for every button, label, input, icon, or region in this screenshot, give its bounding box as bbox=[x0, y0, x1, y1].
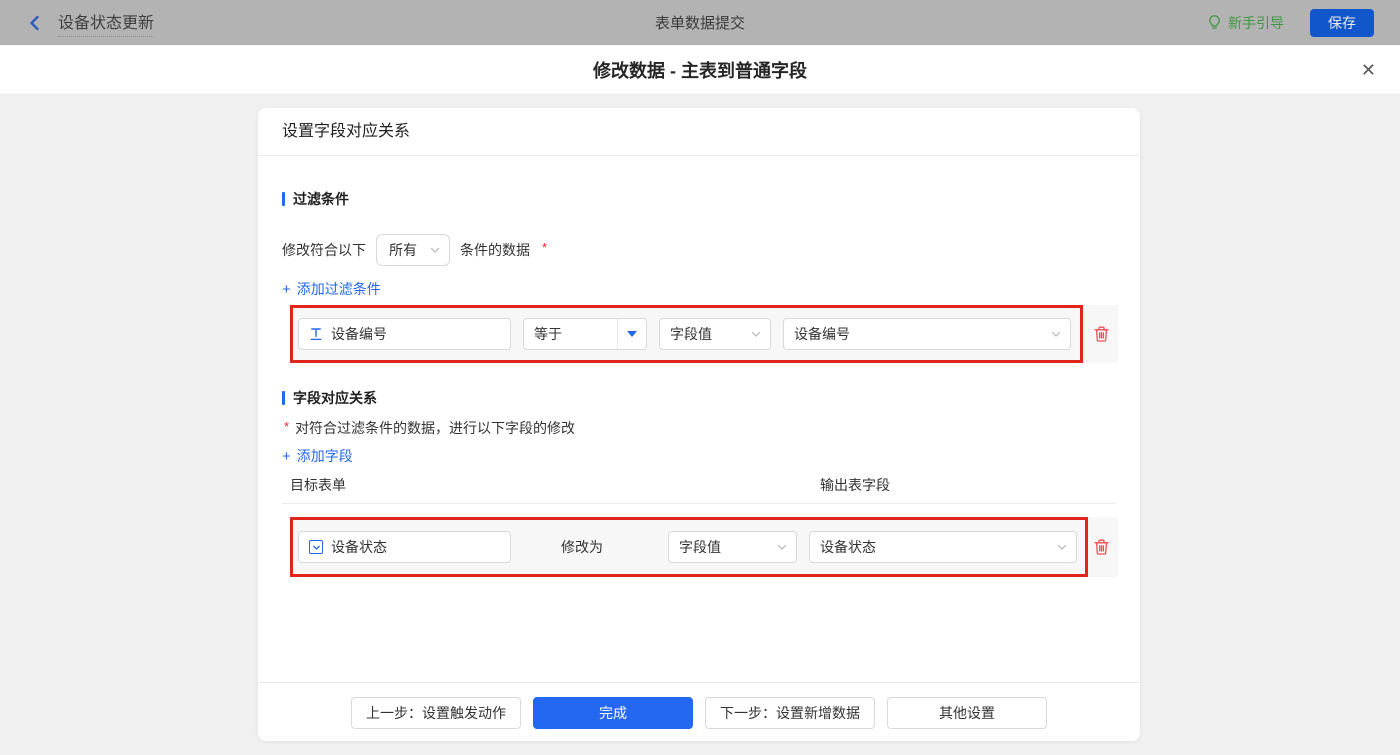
divider bbox=[258, 682, 1140, 683]
back-button[interactable] bbox=[26, 14, 44, 32]
filter-section-title: 过滤条件 bbox=[282, 189, 349, 209]
modal-body: 设置字段对应关系 过滤条件 修改符合以下 所有 条件的数据 * + 添加过滤条件 bbox=[0, 95, 1400, 755]
field-mapping-row: 设备状态 修改为 字段值 设备状态 bbox=[290, 517, 1118, 577]
triangle-down-icon bbox=[627, 331, 637, 337]
chevron-down-icon bbox=[1057, 544, 1067, 550]
filter-operator-select[interactable]: 等于 bbox=[523, 318, 647, 350]
delete-filter-row-button[interactable] bbox=[1093, 325, 1110, 343]
match-suffix-label: 条件的数据 bbox=[460, 242, 530, 258]
mapping-value-type-select[interactable]: 字段值 bbox=[668, 531, 797, 563]
beginner-guide-link[interactable]: 新手引导 bbox=[1207, 13, 1284, 33]
beginner-guide-label: 新手引导 bbox=[1228, 14, 1284, 31]
modify-to-label: 修改为 bbox=[561, 539, 603, 555]
required-asterisk: * bbox=[284, 419, 290, 434]
page-title: 表单数据提交 bbox=[654, 15, 745, 32]
target-form-column-header: 目标表单 bbox=[290, 477, 346, 493]
section-bar bbox=[282, 391, 285, 405]
chevron-left-icon bbox=[30, 15, 39, 30]
prev-step-button[interactable]: 上一步：设置触发动作 bbox=[351, 697, 521, 729]
filter-value-field-select[interactable]: 设备编号 bbox=[783, 318, 1071, 350]
match-condition-row: 修改符合以下 所有 条件的数据 * bbox=[282, 234, 547, 266]
plus-icon: + bbox=[282, 280, 291, 298]
settings-card: 设置字段对应关系 过滤条件 修改符合以下 所有 条件的数据 * + 添加过滤条件 bbox=[258, 108, 1140, 741]
topbar: 设备状态更新 表单数据提交 新手引导 保存 bbox=[0, 0, 1400, 45]
mapping-description: * 对符合过滤条件的数据，进行以下字段的修改 bbox=[284, 419, 576, 436]
card-title: 设置字段对应关系 bbox=[258, 108, 1140, 156]
filter-condition-row: 设备编号 等于 字段值 设备编号 bbox=[290, 305, 1118, 363]
footer-actions: 上一步：设置触发动作 完成 下一步：设置新增数据 其他设置 bbox=[258, 697, 1140, 729]
target-field-input[interactable]: 设备状态 bbox=[298, 531, 511, 563]
chevron-down-icon bbox=[777, 544, 787, 550]
text-field-icon bbox=[310, 328, 322, 340]
output-field-column-header: 输出表字段 bbox=[820, 477, 890, 493]
filter-value-type-select[interactable]: 字段值 bbox=[659, 318, 771, 350]
divider bbox=[282, 503, 1116, 504]
flow-title[interactable]: 设备状态更新 bbox=[58, 9, 155, 37]
chevron-down-icon bbox=[1051, 331, 1061, 337]
chevron-down-icon bbox=[751, 331, 761, 337]
match-type-select[interactable]: 所有 bbox=[376, 234, 450, 266]
save-button[interactable]: 保存 bbox=[1310, 8, 1374, 37]
next-step-button[interactable]: 下一步：设置新增数据 bbox=[705, 697, 875, 729]
filter-field-input[interactable]: 设备编号 bbox=[298, 318, 511, 350]
close-icon[interactable]: ✕ bbox=[1361, 61, 1376, 79]
add-field-link[interactable]: + 添加字段 bbox=[282, 446, 353, 466]
mapping-section-title: 字段对应关系 bbox=[282, 388, 377, 408]
match-prefix-label: 修改符合以下 bbox=[282, 242, 366, 258]
chevron-down-icon bbox=[430, 247, 440, 253]
operator-dropdown-zone[interactable] bbox=[617, 319, 646, 349]
done-button[interactable]: 完成 bbox=[533, 697, 693, 729]
trash-icon bbox=[1094, 326, 1109, 342]
mapping-value-field-select[interactable]: 设备状态 bbox=[809, 531, 1077, 563]
other-settings-button[interactable]: 其他设置 bbox=[887, 697, 1047, 729]
mapping-column-headers: 目标表单 输出表字段 bbox=[290, 475, 1118, 495]
modal-title: 修改数据 - 主表到普通字段 bbox=[593, 60, 807, 81]
plus-icon: + bbox=[282, 447, 291, 465]
add-filter-condition-link[interactable]: + 添加过滤条件 bbox=[282, 279, 381, 299]
required-asterisk: * bbox=[542, 239, 548, 255]
trash-icon bbox=[1094, 539, 1109, 555]
lightbulb-icon bbox=[1209, 15, 1220, 29]
modal-header: 修改数据 - 主表到普通字段 ✕ bbox=[0, 45, 1400, 95]
dropdown-field-icon bbox=[309, 540, 323, 554]
delete-mapping-row-button[interactable] bbox=[1093, 538, 1110, 556]
section-bar bbox=[282, 192, 285, 206]
